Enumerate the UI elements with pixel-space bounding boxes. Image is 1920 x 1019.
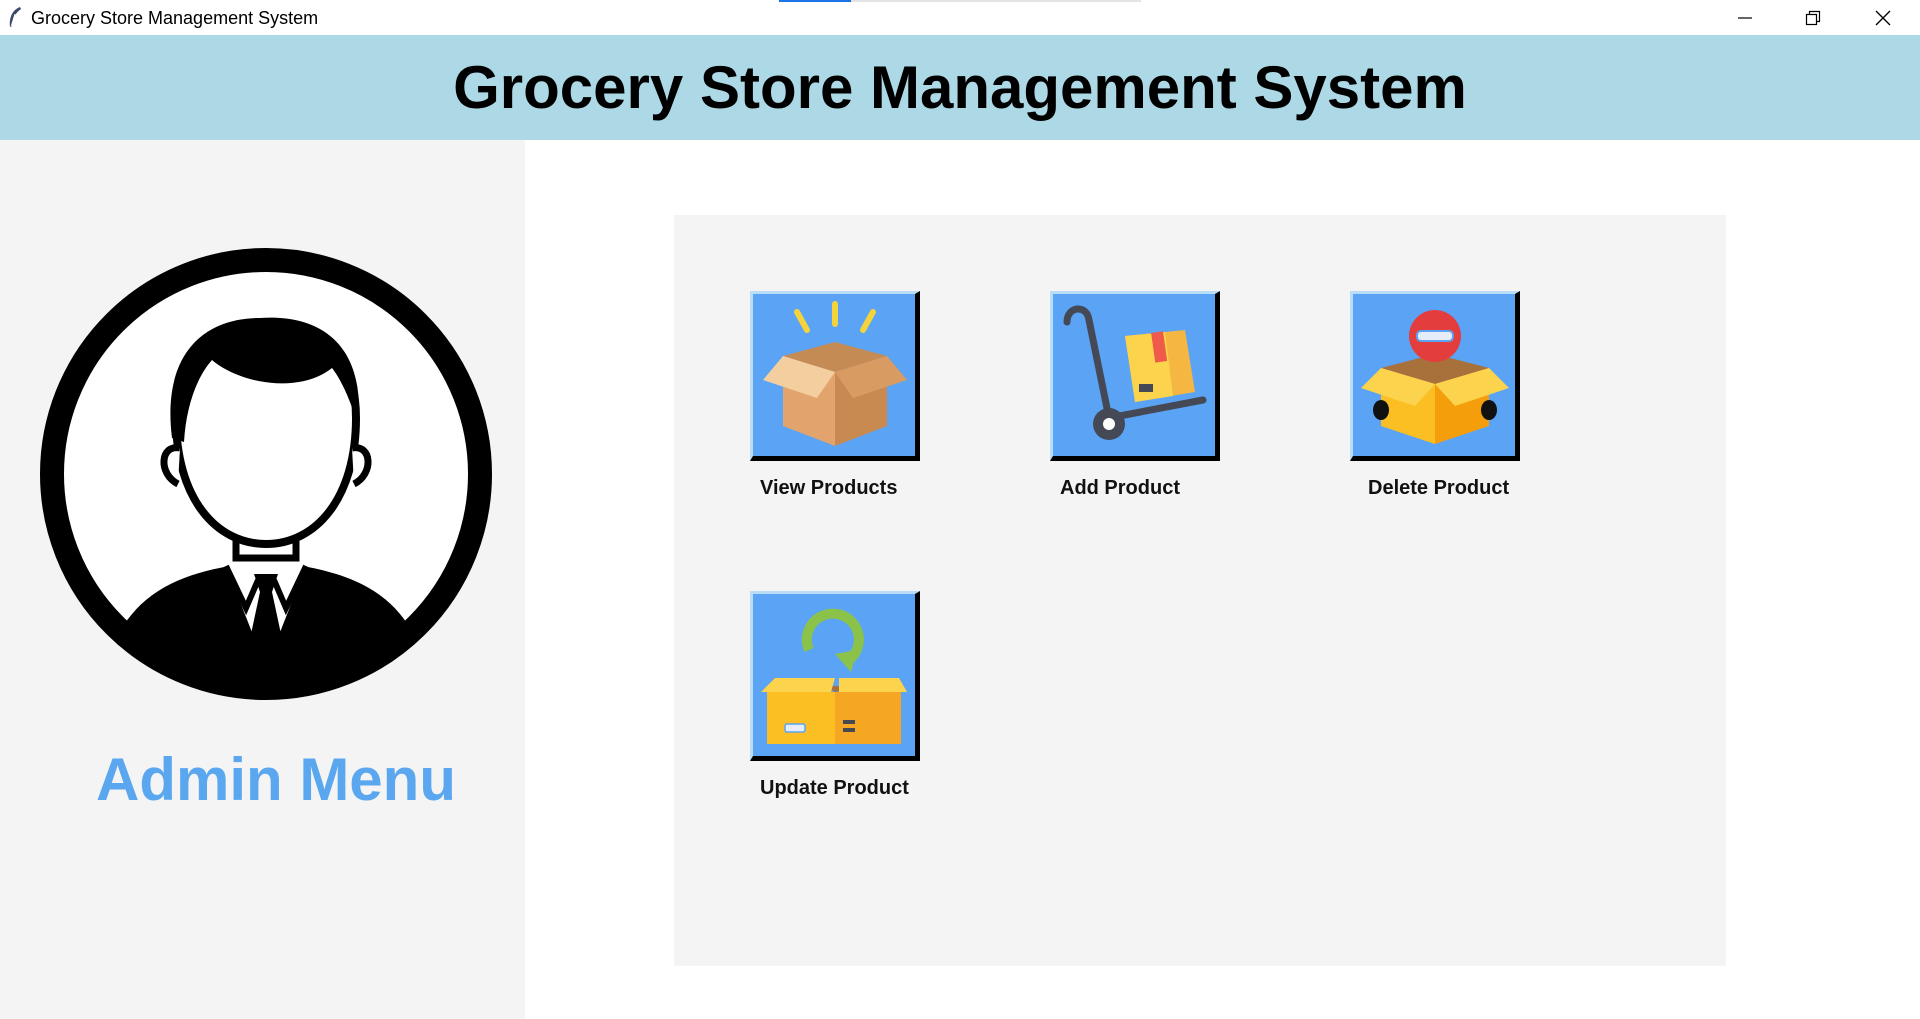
- view-products-button[interactable]: View Products: [674, 215, 920, 545]
- maximize-button[interactable]: [1778, 0, 1848, 35]
- add-product-image[interactable]: [1050, 291, 1220, 461]
- window-title-bar: Grocery Store Management System: [0, 0, 1920, 36]
- admin-sidebar: Admin Menu: [0, 140, 525, 1019]
- close-icon: [1875, 10, 1891, 25]
- add-product-button[interactable]: Add Product: [974, 215, 1220, 545]
- header-banner: Grocery Store Management System: [0, 35, 1920, 140]
- minimize-button[interactable]: [1710, 0, 1780, 35]
- delete-product-button[interactable]: Delete Product: [1274, 215, 1520, 545]
- update-product-image[interactable]: [750, 591, 920, 761]
- view-products-label[interactable]: View Products: [760, 477, 897, 500]
- title-progress-strip: [779, 0, 1141, 2]
- admin-avatar-icon: [40, 248, 492, 700]
- box-refresh-icon: [761, 608, 907, 744]
- delete-product-image[interactable]: [1350, 291, 1520, 461]
- close-button[interactable]: [1848, 0, 1918, 35]
- delete-product-label[interactable]: Delete Product: [1368, 477, 1509, 500]
- update-product-button[interactable]: Update Product: [674, 515, 920, 845]
- feather-icon: [9, 7, 21, 28]
- hand-truck-icon: [1063, 305, 1207, 440]
- window-title: Grocery Store Management System: [31, 8, 319, 28]
- admin-menu-label: Admin Menu: [96, 746, 456, 813]
- add-product-label[interactable]: Add Product: [1060, 477, 1180, 500]
- view-products-image[interactable]: [750, 291, 920, 461]
- update-product-label[interactable]: Update Product: [760, 777, 909, 800]
- header-title: Grocery Store Management System: [453, 54, 1467, 121]
- box-remove-icon: [1361, 310, 1509, 444]
- restore-icon: [1805, 10, 1821, 25]
- minimize-icon: [1738, 16, 1752, 19]
- open-box-icon: [763, 301, 907, 446]
- menu-panel: View Products Add Product Delete Product…: [674, 215, 1726, 966]
